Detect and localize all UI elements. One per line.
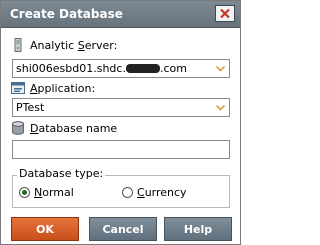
button-bar: OK Cancel Help [1,212,240,244]
database-type-label: Database type: [17,167,106,181]
dialog-title: Create Database [10,7,123,21]
server-combobox[interactable]: shi006esbd01.shdc. .com [12,59,230,78]
application-label: Application: [11,82,95,96]
create-database-dialog: Create Database Analytic Server: shi006e… [0,0,241,245]
database-name-label: Database name [11,121,117,136]
database-name-input[interactable] [12,140,230,159]
server-dropdown-button[interactable] [211,60,229,77]
radio-selected-dot [22,189,27,195]
radio-normal-circle[interactable] [19,186,30,198]
database-icon [11,121,25,135]
application-icon [11,81,25,95]
application-combobox[interactable]: PTest [12,98,230,117]
server-value: shi006esbd01.shdc. .com [16,62,187,75]
close-button[interactable] [215,5,235,22]
server-label: Analytic Server: [11,38,117,53]
cancel-button[interactable]: Cancel [89,217,157,241]
application-value: PTest [16,101,45,114]
radio-currency[interactable]: Currency [122,186,187,200]
server-icon [11,38,25,52]
radio-normal[interactable]: Normal [19,186,74,200]
ok-button[interactable]: OK [11,217,79,241]
redacted-text [125,63,160,73]
radio-currency-circle[interactable] [122,186,133,198]
chevron-down-icon [216,66,225,72]
help-button[interactable]: Help [164,217,232,241]
application-dropdown-button[interactable] [211,99,229,116]
chevron-down-icon [216,105,225,111]
title-bar[interactable]: Create Database [1,1,240,28]
close-icon [220,9,230,18]
